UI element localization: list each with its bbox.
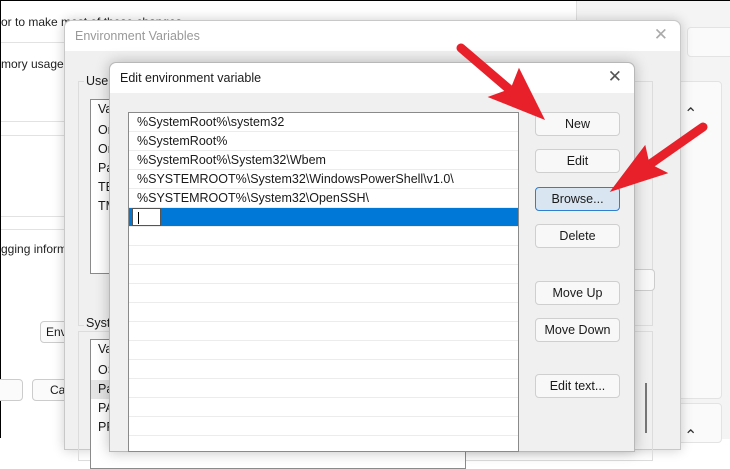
annotation-arrows [456,43,708,192]
